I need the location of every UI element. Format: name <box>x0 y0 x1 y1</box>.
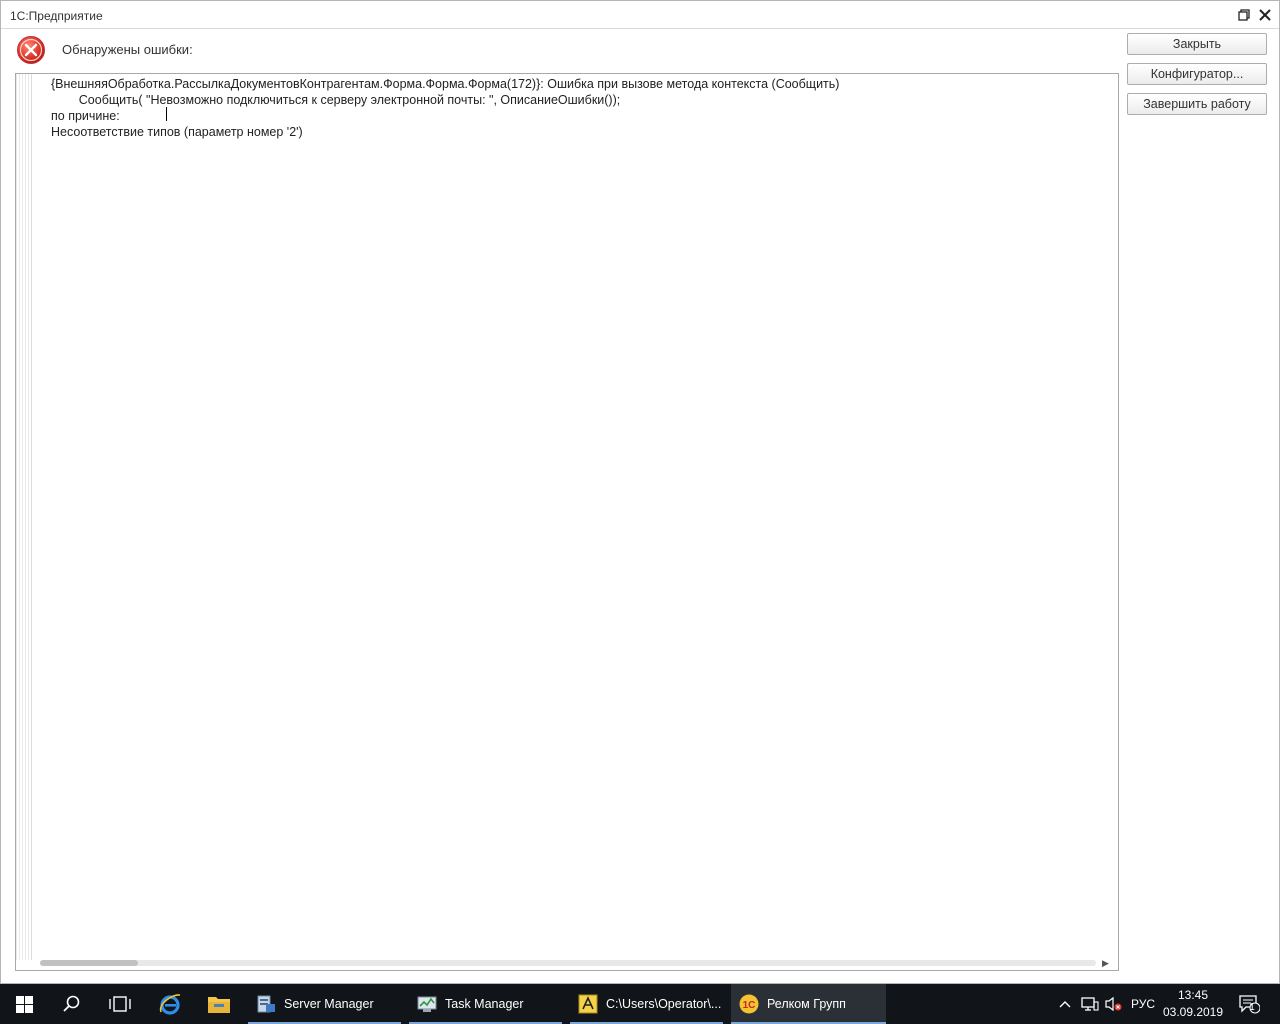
task-view-button[interactable] <box>96 984 144 1024</box>
chevron-up-icon <box>1059 1001 1071 1008</box>
explorer-path-icon <box>578 994 598 1014</box>
network-tray-button[interactable] <box>1080 984 1100 1024</box>
exit-button[interactable]: Завершить работу <box>1127 93 1267 115</box>
search-button[interactable] <box>48 984 96 1024</box>
main-area: {ВнешняяОбработка.РассылкаДокументовКонт… <box>1 71 1279 983</box>
scrollbar-thumb[interactable] <box>40 960 138 966</box>
error-message-text: {ВнешняяОбработка.РассылкаДокументовКонт… <box>51 76 839 140</box>
restore-button[interactable] <box>1235 6 1253 24</box>
restore-icon <box>1238 9 1250 21</box>
server-manager-icon <box>257 995 275 1013</box>
taskbar: Server Manager Task Manager C:\Users\Ope… <box>0 984 1280 1024</box>
text-caret <box>166 107 167 121</box>
tray-overflow-button[interactable] <box>1056 984 1074 1024</box>
taskbar-clock[interactable]: 13:45 03.09.2019 <box>1160 987 1226 1021</box>
error-text-field[interactable]: {ВнешняяОбработка.РассылкаДокументовКонт… <box>15 73 1119 971</box>
internet-explorer-button[interactable] <box>146 984 194 1024</box>
task-manager-icon <box>417 996 437 1012</box>
message-line: {ВнешняяОбработка.РассылкаДокументовКонт… <box>51 77 840 91</box>
svg-text:1C: 1C <box>743 1000 756 1011</box>
network-icon <box>1081 997 1099 1011</box>
close-dialog-button[interactable]: Закрыть <box>1127 33 1267 55</box>
taskbar-app-label: C:\Users\Operator\... <box>606 997 722 1011</box>
taskbar-app-label: Task Manager <box>445 997 524 1011</box>
clock-date: 03.09.2019 <box>1162 1005 1224 1019</box>
volume-tray-button[interactable] <box>1104 984 1124 1024</box>
language-indicator[interactable]: РУС <box>1128 984 1158 1024</box>
taskbar-app-explorer-path[interactable]: C:\Users\Operator\... <box>570 984 723 1024</box>
main-window: 1С:Предприятие Обнаружены ошибки: {Внешн… <box>0 0 1280 984</box>
scroll-right-arrow-icon[interactable]: ▶ <box>1102 958 1109 969</box>
clock-time: 13:45 <box>1177 988 1209 1002</box>
search-icon <box>63 995 80 1012</box>
taskbar-app-label: Релком Групп <box>767 997 846 1011</box>
1c-icon: 1C <box>739 994 759 1014</box>
message-line: по причине: <box>51 109 120 123</box>
windows-logo-icon <box>15 995 33 1013</box>
taskbar-app-server-manager[interactable]: Server Manager <box>248 984 401 1024</box>
start-button[interactable] <box>0 984 48 1024</box>
scrollbar-track[interactable] <box>40 960 1096 966</box>
error-header: Обнаружены ошибки: <box>1 29 1279 71</box>
taskbar-app-label: Server Manager <box>284 997 374 1011</box>
close-icon <box>1259 9 1271 21</box>
task-view-icon <box>109 996 131 1012</box>
notification-count: 1 <box>1249 1002 1255 1013</box>
taskbar-app-task-manager[interactable]: Task Manager <box>409 984 562 1024</box>
taskbar-app-relcom-group[interactable]: 1C Релком Групп <box>731 984 886 1024</box>
errors-found-label: Обнаружены ошибки: <box>62 42 193 57</box>
internet-explorer-icon <box>159 994 181 1015</box>
folder-icon <box>208 997 230 1013</box>
window-title: 1С:Предприятие <box>10 9 103 23</box>
message-line: Сообщить( "Невозможно подключиться к сер… <box>51 93 621 107</box>
message-line: Несоответствие типов (параметр номер '2'… <box>51 125 303 139</box>
title-bar: 1С:Предприятие <box>1 1 1279 29</box>
close-button[interactable] <box>1256 6 1274 24</box>
horizontal-scrollbar[interactable]: ▶ <box>36 957 1116 969</box>
text-gutter <box>16 74 32 960</box>
configurator-button[interactable]: Конфигуратор... <box>1127 63 1267 85</box>
notifications-button[interactable]: 1 <box>1234 984 1264 1024</box>
file-explorer-button[interactable] <box>195 984 243 1024</box>
volume-muted-icon <box>1105 996 1122 1012</box>
error-icon <box>17 36 45 64</box>
